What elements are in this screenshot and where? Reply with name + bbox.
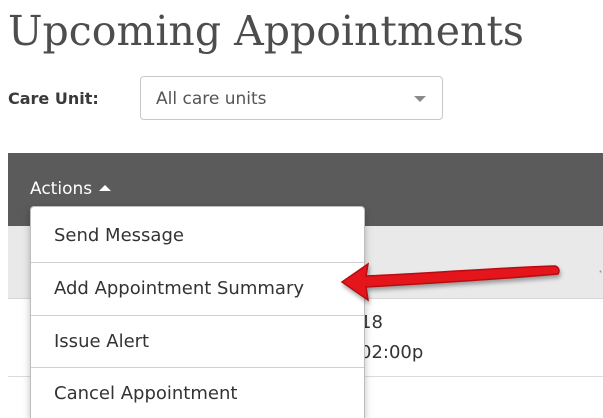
- care-unit-selected-value: All care units: [156, 89, 267, 109]
- red-arrow-pointer-icon: [340, 262, 560, 302]
- caret-up-icon: [99, 185, 112, 191]
- menu-item-send-message[interactable]: Send Message: [31, 210, 364, 262]
- menu-item-issue-alert[interactable]: Issue Alert: [31, 315, 364, 367]
- actions-dropdown-menu: Send Message Add Appointment Summary Iss…: [30, 206, 365, 418]
- actions-label: Actions: [30, 179, 93, 199]
- page-title: Upcoming Appointments: [8, 7, 524, 55]
- actions-dropdown-toggle[interactable]: Actions: [30, 177, 112, 201]
- menu-item-cancel-appointment[interactable]: Cancel Appointment: [31, 367, 364, 418]
- upcoming-appointments-page: Upcoming Appointments Care Unit: All car…: [0, 0, 603, 418]
- care-unit-select[interactable]: All care units: [140, 76, 443, 120]
- menu-item-add-appointment-summary[interactable]: Add Appointment Summary: [31, 262, 364, 314]
- row-edge-marker: ·: [598, 262, 603, 281]
- appointment-time-cell: 02:00p: [360, 342, 424, 363]
- care-unit-label: Care Unit:: [8, 89, 99, 108]
- chevron-down-icon: [414, 96, 426, 102]
